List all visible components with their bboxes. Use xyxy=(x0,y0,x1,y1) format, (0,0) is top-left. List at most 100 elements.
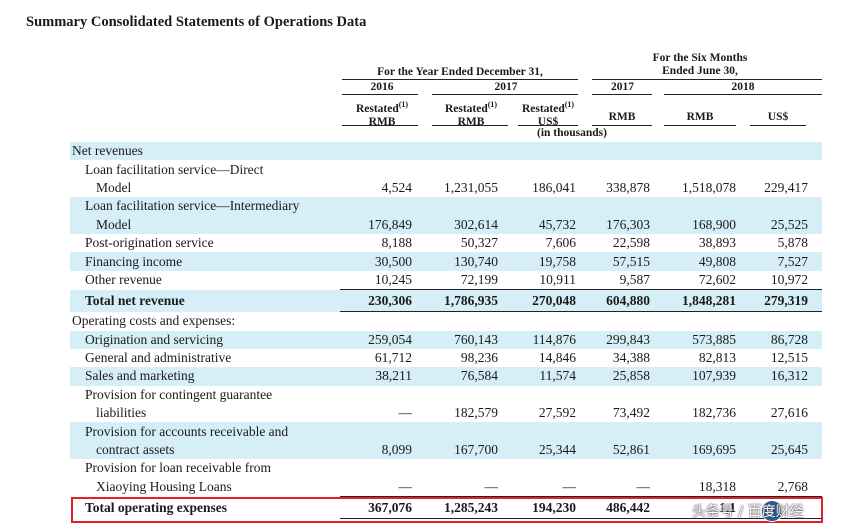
cell: 604,880 xyxy=(590,289,664,313)
table-row: Model 4,524 1,231,055 186,041 338,878 1,518,… xyxy=(70,179,822,197)
cell: 8,099 xyxy=(340,440,426,460)
table-row: Provision for accounts receivable and xyxy=(70,422,822,441)
cell xyxy=(664,312,750,331)
year-group-rule xyxy=(342,79,578,80)
table-row: contract assets 8,099 167,700 25,344 52,861… xyxy=(70,440,822,460)
cell: 14,846 xyxy=(538,350,576,366)
col-rule-5 xyxy=(664,125,736,126)
cell: 45,732 xyxy=(512,215,590,234)
row-label: Loan facilitation service—Direct xyxy=(85,161,264,177)
cell: 27,592 xyxy=(538,405,576,421)
cell: 25,344 xyxy=(512,440,590,460)
table-row: Sales and marketing 38,211 76,584 11,574 25… xyxy=(70,367,822,386)
cell: 27,616 xyxy=(770,405,808,421)
cell: 38,211 xyxy=(340,367,426,386)
row-label: Sales and marketing xyxy=(70,367,340,386)
cell: 176,303 xyxy=(590,215,664,234)
row-label: Provision for loan receivable from xyxy=(85,460,271,476)
cell xyxy=(512,142,590,161)
cell: — xyxy=(562,478,577,494)
cell: 1,848,281 xyxy=(664,289,750,313)
col-rule-2 xyxy=(432,125,508,126)
cell: 299,843 xyxy=(590,330,664,349)
table-row-total: Total net revenue 230,306 1,786,935 270,04… xyxy=(70,289,822,313)
cell: 182,579 xyxy=(454,405,498,421)
col-header-4: RMB xyxy=(608,111,636,123)
header-h1-2017: 2017 xyxy=(611,81,634,93)
cell: 25,525 xyxy=(750,215,822,234)
operations-table: Net revenues Loan facilitation service—D… xyxy=(70,142,822,520)
cell xyxy=(750,386,822,404)
cell: 302,614 xyxy=(426,215,512,234)
cell xyxy=(750,459,822,477)
cell xyxy=(340,422,426,441)
cell: 18,318 xyxy=(698,478,736,494)
cell xyxy=(340,459,426,477)
cell: 270,048 xyxy=(512,289,590,313)
header-year-2016: 2016 xyxy=(370,81,394,93)
table-row: General and administrative 61,712 98,236 1… xyxy=(70,349,822,367)
cell xyxy=(512,386,590,404)
cell: 50,327 xyxy=(460,235,498,251)
cell: 11,574 xyxy=(512,367,590,386)
cell: 279,319 xyxy=(750,289,822,313)
cell xyxy=(590,160,664,178)
cell xyxy=(426,197,512,216)
cell xyxy=(426,459,512,477)
col-rule-3 xyxy=(518,125,578,126)
table-row: Xiaoying Housing Loans — — — — 18,318 2,768 xyxy=(70,478,822,497)
cell xyxy=(664,160,750,178)
row-label: Model xyxy=(96,179,132,195)
row-label: Operating costs and expenses: xyxy=(72,313,236,329)
cell: 8,188 xyxy=(381,235,412,251)
cell: 259,054 xyxy=(340,330,426,349)
cell: 10,972 xyxy=(770,271,808,287)
cell: 76,584 xyxy=(426,367,512,386)
cell: 7,606 xyxy=(545,235,576,251)
cell: 4,524 xyxy=(381,179,412,195)
table-row: Post-origination service 8,188 50,327 7,60… xyxy=(70,234,822,252)
h1-2017-rule xyxy=(592,94,652,95)
cell: 168,900 xyxy=(664,215,750,234)
table-row: Net revenues xyxy=(70,142,822,161)
cell xyxy=(512,160,590,178)
cell xyxy=(426,422,512,441)
col-rule-6 xyxy=(750,125,806,126)
cell: 73,492 xyxy=(612,405,650,421)
cell xyxy=(340,312,426,331)
cell: 25,645 xyxy=(750,440,822,460)
cell xyxy=(340,386,426,404)
cell xyxy=(750,312,822,331)
cell: 22,598 xyxy=(612,235,650,251)
cell xyxy=(590,459,664,477)
cell xyxy=(512,312,590,331)
row-label: Post-origination service xyxy=(85,235,214,251)
cell: 760,143 xyxy=(426,330,512,349)
six-month-header-line1: For the Six Months xyxy=(652,52,748,64)
cell xyxy=(590,386,664,404)
row-label: General and administrative xyxy=(85,350,232,366)
cell: 16,312 xyxy=(750,367,822,386)
cell: 176,849 xyxy=(340,215,426,234)
row-label: Total net revenue xyxy=(70,289,340,312)
cell: 169,695 xyxy=(664,440,750,460)
cell: 12,515 xyxy=(770,350,808,366)
cell xyxy=(512,422,590,441)
table-row: Origination and servicing 259,054 760,143… xyxy=(70,330,822,349)
cell: 1,518,078 xyxy=(682,179,736,195)
row-label: Model xyxy=(70,215,340,234)
table-row: Loan facilitation service—Direct xyxy=(70,160,822,178)
year-2016-rule xyxy=(342,94,418,95)
cell xyxy=(664,422,750,441)
cell: 30,500 xyxy=(340,252,426,271)
table-row: Model 176,849 302,614 45,732 176,303 168,900… xyxy=(70,215,822,234)
cell: 2,768 xyxy=(777,478,808,494)
cell: 182,736 xyxy=(692,405,736,421)
cell: — xyxy=(398,478,413,494)
row-label: liabilities xyxy=(96,405,147,421)
table-row: Provision for loan receivable from xyxy=(70,459,822,477)
cell: 72,199 xyxy=(460,271,498,287)
cell: 230,306 xyxy=(340,289,426,313)
cell xyxy=(750,160,822,178)
cell: 573,885 xyxy=(664,330,750,349)
